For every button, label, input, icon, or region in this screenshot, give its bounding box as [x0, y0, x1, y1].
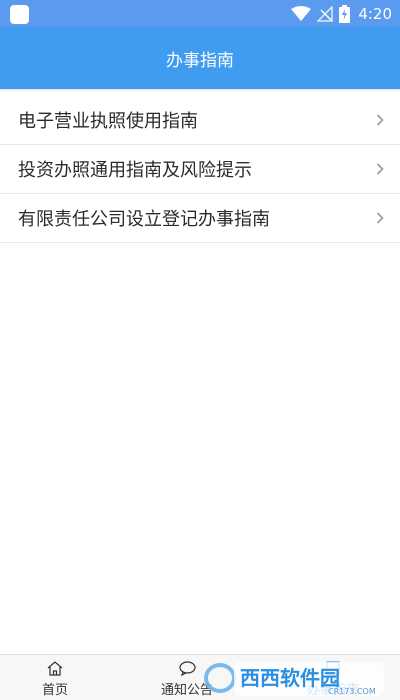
chat-bubble-icon [178, 661, 196, 676]
app-header: 办事指南 [0, 27, 400, 89]
list-item-label: 投资办照通用指南及风险提示 [18, 160, 252, 181]
status-icons: 4:20 [291, 3, 392, 25]
guide-icon [325, 661, 341, 676]
list-item[interactable]: 投资办照通用指南及风险提示 [0, 145, 400, 194]
nav-item-guide[interactable]: 办事指南 [296, 655, 370, 700]
chevron-right-icon [376, 212, 384, 224]
nav-label: 办事指南 [306, 683, 359, 698]
wifi-icon [291, 6, 312, 22]
list-item[interactable]: 有限责任公司设立登记办事指南 [0, 194, 400, 243]
battery-charging-icon [339, 5, 351, 23]
no-signal-icon [317, 6, 334, 22]
list-item[interactable]: 电子营业执照使用指南 [0, 96, 400, 145]
status-bar: 4:20 [0, 0, 400, 27]
bottom-nav: 首页 通知公告 办事指南 [0, 654, 400, 700]
page-title: 办事指南 [166, 50, 234, 71]
nav-item-home[interactable]: 首页 [30, 655, 80, 700]
list-item-label: 电子营业执照使用指南 [18, 111, 198, 132]
nav-label: 通知公告 [160, 683, 213, 698]
chevron-right-icon [376, 114, 384, 126]
list-item-label: 有限责任公司设立登记办事指南 [18, 209, 270, 230]
guide-list: 电子营业执照使用指南 投资办照通用指南及风险提示 有限责任公司设立登记办事指南 [0, 96, 400, 243]
chevron-right-icon [376, 163, 384, 175]
nav-item-notice[interactable]: 通知公告 [150, 655, 224, 700]
home-icon [47, 661, 63, 676]
status-time: 4:20 [358, 5, 392, 23]
app-icon [10, 5, 29, 24]
nav-label: 首页 [41, 683, 68, 698]
